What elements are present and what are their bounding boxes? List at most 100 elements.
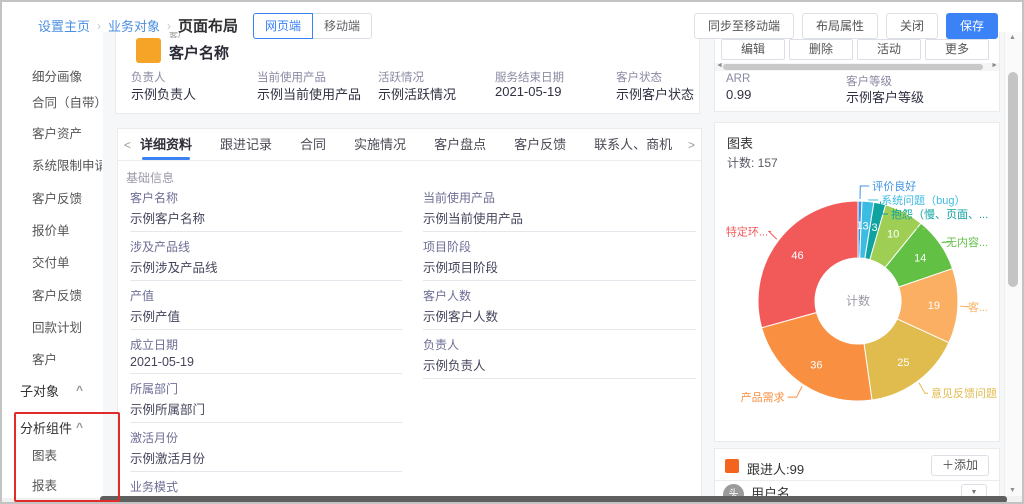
vertical-scrollbar[interactable]: ▲ ▼ [1004, 30, 1022, 498]
form-field: 涉及产品线示例涉及产品线 [130, 238, 402, 281]
detail-card: < 详细资料跟进记录合同实施情况客户盘点客户反馈联系人、商机 > 基础信息 客户… [117, 128, 702, 498]
breadcrumb-separator: › [167, 19, 171, 33]
field-value: 示例当前使用产品 [257, 84, 361, 103]
record-action-button[interactable]: 删除 [789, 39, 853, 60]
scroll-left-icon[interactable]: ◄ [716, 62, 723, 69]
sidebar-item[interactable]: 报表 [32, 475, 57, 494]
sidebar-item[interactable]: 合同（自带） [32, 92, 102, 111]
actions-horizontal-scrollbar[interactable]: ◄ ► [715, 63, 999, 71]
toolbar-button[interactable]: 关闭 [886, 13, 938, 39]
segment-value-label: 14 [914, 252, 926, 264]
sidebar-item[interactable]: 图表 [32, 445, 57, 464]
segment-label: - [922, 223, 926, 235]
field-value: 示例项目阶段 [423, 257, 696, 276]
sidebar-item[interactable]: 客户反馈 [32, 188, 82, 207]
field-label: 当前使用产品 [257, 69, 326, 85]
tab-跟进记录[interactable]: 跟进记录 [220, 129, 272, 161]
chevron-up-icon[interactable]: ^ [76, 420, 83, 434]
actions-scrollbar-thumb[interactable] [723, 64, 983, 70]
segment-label: 客... [968, 300, 988, 314]
scroll-down-icon[interactable]: ▼ [1009, 487, 1016, 494]
record-header-card: 客/ 客户名称 负责人示例负责人当前使用产品示例当前使用产品活跃情况示例活跃情况… [115, 28, 700, 114]
tab-客户反馈[interactable]: 客户反馈 [514, 129, 566, 161]
toolbar-button[interactable]: 同步至移动端 [694, 13, 794, 39]
follower-icon [725, 459, 739, 473]
field-label: 客户人数 [423, 287, 696, 304]
sidebar-item[interactable]: 报价单 [32, 220, 70, 239]
scroll-up-icon[interactable]: ▲ [1009, 34, 1016, 41]
field-label: 客户名称 [130, 189, 402, 206]
field-value: 示例所属部门 [130, 399, 402, 418]
segment-label: 特定环... [726, 224, 768, 238]
field-label: 涉及产品线 [130, 238, 402, 255]
view-toggle-web[interactable]: 网页端 [253, 13, 313, 39]
label-leader-line [788, 386, 802, 397]
segment-value-label: 3 [872, 222, 878, 234]
field-value: 示例客户状态 [616, 84, 694, 103]
field-label: 产值 [130, 287, 402, 304]
label-leader-line [919, 383, 928, 393]
tab-详细资料[interactable]: 详细资料 [140, 129, 192, 161]
app-window: 设置主页›业务对象›页面布局 网页端移动端 同步至移动端布局属性关闭保存 细分画… [0, 0, 1024, 504]
breadcrumb-link[interactable]: 设置主页 [38, 16, 90, 35]
view-toggle: 网页端移动端 [253, 13, 372, 39]
sidebar-item[interactable]: 客户反馈 [32, 285, 82, 304]
topbar-actions: 同步至移动端布局属性关闭保存 [694, 13, 998, 39]
field-value: 示例产值 [130, 306, 402, 325]
tab-客户盘点[interactable]: 客户盘点 [434, 129, 486, 161]
field-label: 业务模式 [130, 478, 402, 495]
scroll-right-icon[interactable]: ► [991, 62, 998, 69]
record-action-button[interactable]: 更多 [925, 39, 989, 60]
field-value: 2021-05-19 [495, 84, 562, 99]
field-value: 示例涉及产品线 [130, 257, 402, 276]
record-action-button[interactable]: 活动 [857, 39, 921, 60]
breadcrumb-link[interactable]: 业务对象 [108, 16, 160, 35]
field-value: 示例客户人数 [423, 306, 696, 325]
field-label: 负责人 [423, 336, 696, 353]
vertical-scrollbar-thumb[interactable] [1008, 72, 1018, 287]
field-label: 活跃情况 [378, 69, 424, 85]
sidebar-item[interactable]: 客户 [32, 349, 57, 368]
field-label: 成立日期 [130, 336, 402, 353]
add-follower-button[interactable]: ＋添加 [931, 455, 989, 476]
record-action-button[interactable]: 编辑 [721, 39, 785, 60]
view-toggle-mobile[interactable]: 移动端 [313, 13, 372, 39]
form-field: 成立日期2021-05-19 [130, 336, 402, 374]
page-title: 页面布局 [178, 15, 238, 36]
chevron-up-icon[interactable]: ^ [76, 383, 83, 397]
form-field: 客户名称示例客户名称 [130, 189, 402, 232]
sidebar-item[interactable]: 回款计划 [32, 317, 82, 336]
field-label: 服务结束日期 [495, 69, 564, 85]
form-field: 所属部门示例所属部门 [130, 380, 402, 423]
field-label: 客户状态 [616, 69, 662, 85]
horizontal-scrollbar-thumb[interactable] [100, 496, 1007, 503]
form-field: 当前使用产品示例当前使用产品 [423, 189, 696, 232]
form-field: 业务模式示例业务模式 [130, 478, 402, 498]
sidebar-item[interactable]: 客户资产 [32, 123, 82, 142]
tab-scroll-right-icon[interactable]: > [688, 138, 695, 152]
field-value: 示例客户名称 [130, 208, 402, 227]
form-field: 项目阶段示例项目阶段 [423, 238, 696, 281]
sidebar-item[interactable]: 系统限制申请明细 [32, 155, 102, 174]
segment-value-label: 10 [887, 229, 899, 241]
metric-value: 0.99 [726, 87, 751, 102]
tab-合同[interactable]: 合同 [300, 129, 326, 161]
tab-联系人、商机[interactable]: 联系人、商机 [594, 129, 672, 161]
save-button[interactable]: 保存 [946, 13, 998, 39]
chart-card: 图表 计数: 157 133101419253646评价良好系统问题（bug）抱… [714, 122, 1000, 442]
tab-实施情况[interactable]: 实施情况 [354, 129, 406, 161]
toolbar-button[interactable]: 布局属性 [802, 13, 878, 39]
sidebar-group-子对象[interactable]: 子对象 [20, 381, 59, 400]
donut-segment [762, 312, 872, 401]
segment-label: 系统问题（bug） [881, 194, 965, 207]
segment-label: 意见反馈问题 [931, 386, 997, 400]
breadcrumb: 设置主页›业务对象›页面布局 [38, 15, 238, 36]
donut-chart: 133101419253646评价良好系统问题（bug）抱怨（慢、页面、...-… [715, 167, 999, 441]
field-label: 当前使用产品 [423, 189, 696, 206]
sidebar-item[interactable]: 细分画像 [32, 66, 82, 85]
sidebar-item[interactable]: 交付单 [32, 252, 70, 271]
field-label: 项目阶段 [423, 238, 696, 255]
tabs: 详细资料跟进记录合同实施情况客户盘点客户反馈联系人、商机 [118, 129, 701, 161]
segment-label: 产品需求 [741, 390, 785, 404]
sidebar-group-分析组件[interactable]: 分析组件 [20, 418, 72, 437]
